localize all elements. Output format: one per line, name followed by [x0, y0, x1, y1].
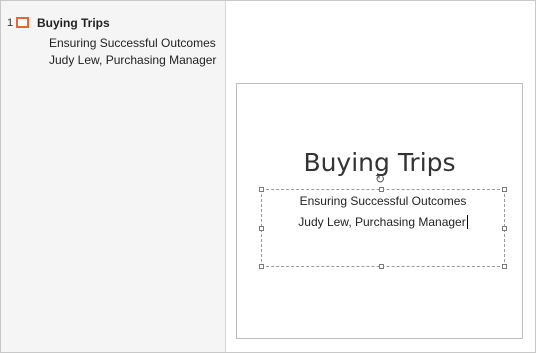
resize-handle[interactable] — [259, 264, 264, 269]
outline-text-line[interactable]: Judy Lew, Purchasing Manager — [49, 53, 216, 67]
outline-pane[interactable]: 1 Buying Trips Ensuring Successful Outco… — [1, 1, 226, 352]
slide-icon[interactable] — [16, 17, 29, 28]
resize-handle[interactable] — [502, 264, 507, 269]
subtitle-line[interactable]: Judy Lew, Purchasing Manager — [262, 215, 504, 229]
subtitle-line-text: Ensuring Successful Outcomes — [299, 194, 467, 208]
subtitle-placeholder[interactable]: ↻ Ensuring Successful Outcomes Judy Lew,… — [259, 173, 507, 269]
text-cursor — [466, 215, 468, 229]
outline-slide-title[interactable]: Buying Trips — [37, 16, 110, 30]
resize-handle[interactable] — [502, 187, 507, 192]
slide-canvas[interactable]: Buying Trips ↻ Ensuring Successful Outco… — [236, 83, 523, 339]
subtitle-line-text: Judy Lew, Purchasing Manager — [298, 215, 466, 229]
subtitle-line[interactable]: Ensuring Successful Outcomes — [262, 194, 504, 208]
presentation-window: 1 Buying Trips Ensuring Successful Outco… — [0, 0, 536, 353]
resize-handle[interactable] — [259, 187, 264, 192]
resize-handle[interactable] — [379, 187, 384, 192]
resize-handle[interactable] — [379, 264, 384, 269]
outline-slide-number: 1 — [7, 17, 14, 29]
slide-editing-area: Buying Trips ↻ Ensuring Successful Outco… — [226, 1, 535, 352]
rotate-handle-icon[interactable]: ↻ — [375, 173, 387, 185]
outline-text-line[interactable]: Ensuring Successful Outcomes — [49, 36, 216, 50]
